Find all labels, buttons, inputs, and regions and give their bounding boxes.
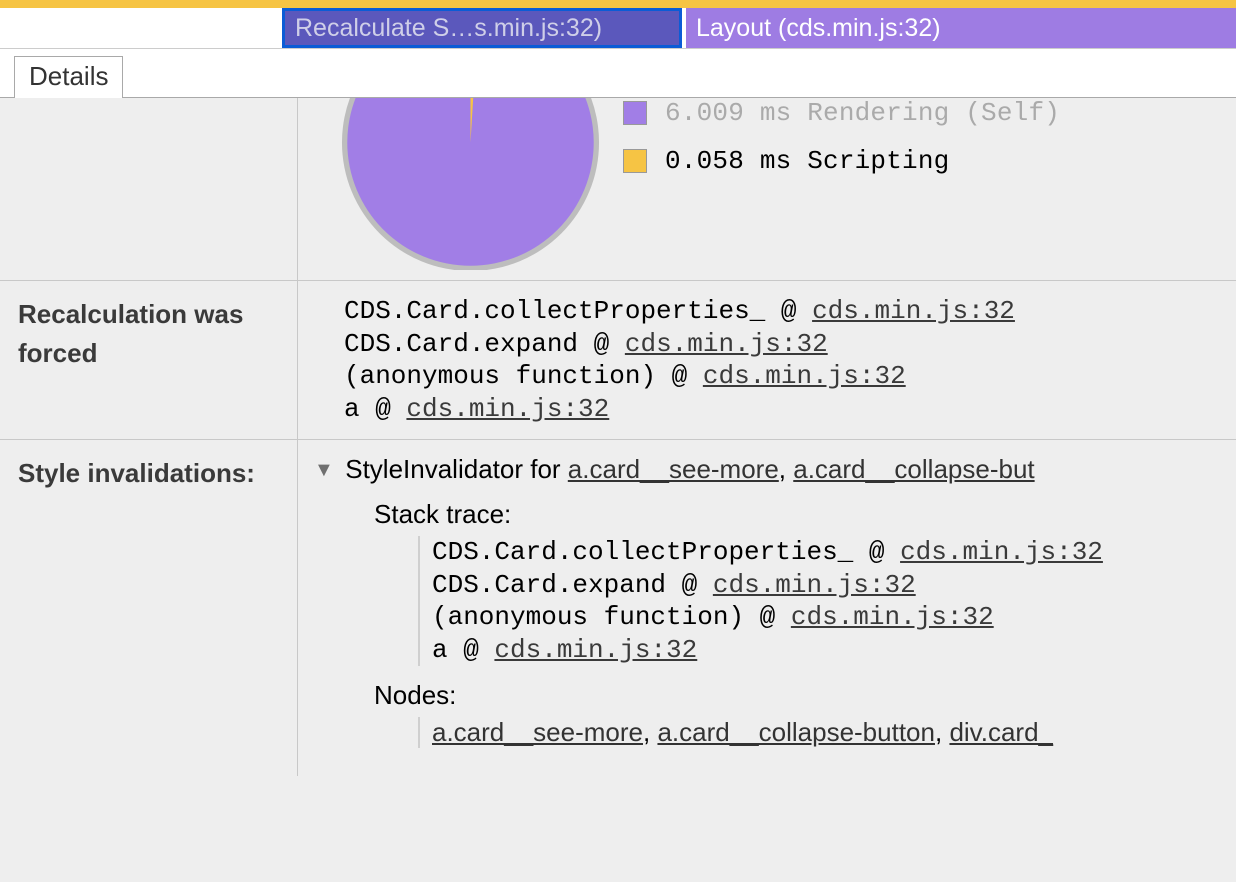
separator: , — [935, 717, 949, 747]
flame-event-recalculate-style[interactable]: Recalculate S…s.min.js:32) — [282, 8, 682, 48]
element-link[interactable]: div.card_ — [949, 717, 1053, 747]
aggregated-time-label-cell — [0, 98, 298, 280]
invalidator-heading: StyleInvalidator for a.card__see-more, a… — [345, 454, 1034, 484]
legend-scripting: 0.058 ms Scripting — [623, 146, 1060, 176]
stack-line: (anonymous function) @ cds.min.js:32 — [344, 360, 1236, 393]
stack-line: CDS.Card.expand @ cds.min.js:32 — [420, 569, 1236, 602]
style-invalidations-row: Style invalidations: ▼ StyleInvalidator … — [0, 440, 1236, 776]
stack-line: CDS.Card.expand @ cds.min.js:32 — [344, 328, 1236, 361]
invalidation-children: Stack trace: CDS.Card.collectProperties_… — [374, 499, 1236, 748]
source-link[interactable]: cds.min.js:32 — [406, 394, 609, 424]
stack-line: (anonymous function) @ cds.min.js:32 — [420, 601, 1236, 634]
stack-func: a @ — [432, 635, 494, 665]
element-link[interactable]: a.card__collapse-but — [793, 454, 1034, 484]
separator: , — [643, 717, 657, 747]
style-invalidations-value: ▼ StyleInvalidator for a.card__see-more,… — [298, 440, 1236, 776]
nodes-line: a.card__see-more, a.card__collapse-butto… — [420, 717, 1236, 748]
tree-toggle-icon[interactable]: ▼ — [314, 459, 338, 482]
element-link[interactable]: a.card__collapse-button — [657, 717, 935, 747]
source-link[interactable]: cds.min.js:32 — [791, 602, 994, 632]
source-link[interactable]: cds.min.js:32 — [900, 537, 1103, 567]
stack-func: a @ — [344, 394, 406, 424]
source-link[interactable]: cds.min.js:32 — [494, 635, 697, 665]
pie-chart — [338, 98, 603, 270]
stack-func: (anonymous function) @ — [432, 602, 791, 632]
details-panel: 6.009 ms Rendering (Self) 0.058 ms Scrip… — [0, 98, 1236, 882]
source-link[interactable]: cds.min.js:32 — [625, 329, 828, 359]
pie-legend: 6.009 ms Rendering (Self) 0.058 ms Scrip… — [623, 98, 1060, 194]
swatch-scripting — [623, 149, 647, 173]
stack-func: CDS.Card.collectProperties_ @ — [344, 296, 812, 326]
stack-line: a @ cds.min.js:32 — [420, 634, 1236, 667]
aggregated-time-value-cell: 6.009 ms Rendering (Self) 0.058 ms Scrip… — [298, 98, 1236, 280]
flame-chart-strip[interactable]: Recalculate S…s.min.js:32) Layout (cds.m… — [0, 0, 1236, 48]
source-link[interactable]: cds.min.js:32 — [703, 361, 906, 391]
flame-parent-bar — [0, 0, 1236, 8]
element-link[interactable]: a.card__see-more — [568, 454, 779, 484]
style-invalidations-label: Style invalidations: — [0, 440, 298, 776]
details-tab-bar: Details — [0, 48, 1236, 98]
element-link[interactable]: a.card__see-more — [432, 717, 643, 747]
stack-line: CDS.Card.collectProperties_ @ cds.min.js… — [344, 295, 1236, 328]
flame-event-layout[interactable]: Layout (cds.min.js:32) — [686, 8, 1236, 48]
stack-line: a @ cds.min.js:32 — [344, 393, 1236, 426]
source-link[interactable]: cds.min.js:32 — [812, 296, 1015, 326]
recalculation-forced-row: Recalculation was forced CDS.Card.collec… — [0, 281, 1236, 440]
legend-scripting-text: 0.058 ms Scripting — [665, 146, 949, 176]
invalidator-prefix: StyleInvalidator for — [345, 454, 568, 484]
swatch-rendering — [623, 101, 647, 125]
invalidation-stack-trace: CDS.Card.collectProperties_ @ cds.min.js… — [418, 536, 1236, 666]
source-link[interactable]: cds.min.js:32 — [713, 570, 916, 600]
aggregated-time-row: 6.009 ms Rendering (Self) 0.058 ms Scrip… — [0, 98, 1236, 281]
stack-func: (anonymous function) @ — [344, 361, 703, 391]
stack-trace-heading: Stack trace: — [374, 499, 1236, 530]
recalculation-forced-label: Recalculation was forced — [0, 281, 298, 439]
stack-line: CDS.Card.collectProperties_ @ cds.min.js… — [420, 536, 1236, 569]
stack-func: CDS.Card.expand @ — [432, 570, 713, 600]
tab-details[interactable]: Details — [14, 56, 123, 98]
recalculation-forced-stack: CDS.Card.collectProperties_ @ cds.min.js… — [298, 281, 1236, 439]
stack-func: CDS.Card.collectProperties_ @ — [432, 537, 900, 567]
legend-rendering-text: 6.009 ms Rendering (Self) — [665, 98, 1060, 128]
separator: , — [779, 454, 793, 484]
nodes-heading: Nodes: — [374, 680, 1236, 711]
legend-rendering: 6.009 ms Rendering (Self) — [623, 98, 1060, 128]
invalidation-tree: ▼ StyleInvalidator for a.card__see-more,… — [314, 454, 1236, 748]
stack-func: CDS.Card.expand @ — [344, 329, 625, 359]
invalidation-nodes: a.card__see-more, a.card__collapse-butto… — [418, 717, 1236, 748]
